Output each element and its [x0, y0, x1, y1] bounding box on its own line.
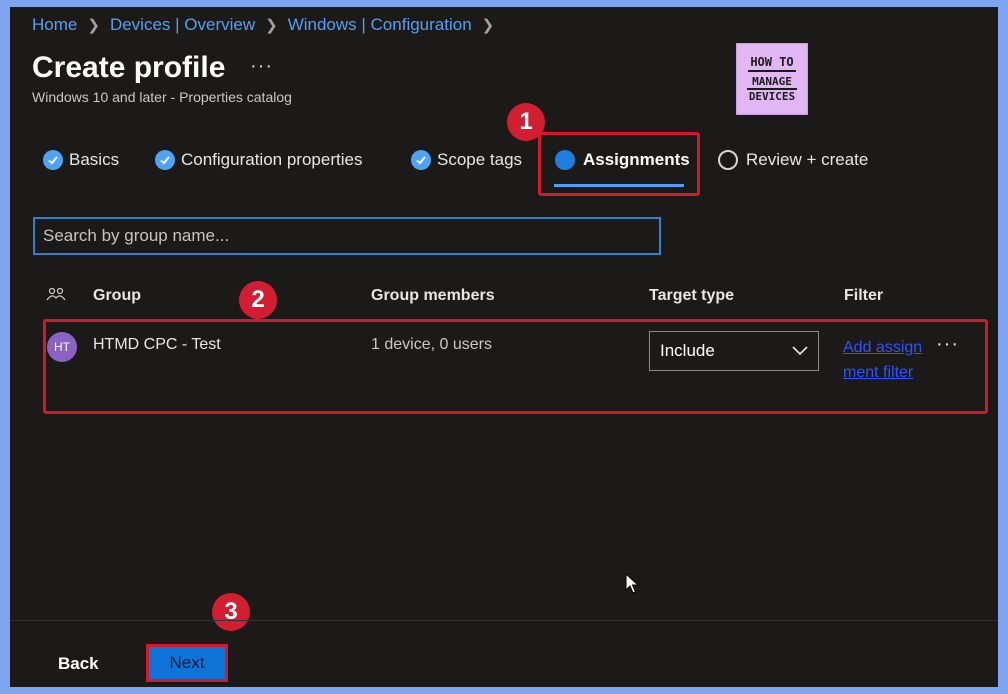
breadcrumb-devices-overview-link[interactable]: Devices | Overview	[110, 15, 255, 35]
people-icon	[46, 287, 66, 301]
tab-label: Configuration properties	[181, 150, 363, 169]
column-header-group[interactable]: Group	[93, 287, 141, 305]
chevron-right-icon: ❯	[481, 17, 495, 34]
tab-review-create[interactable]: Review + create	[718, 150, 868, 170]
group-row-highlight-box	[43, 319, 988, 414]
back-button[interactable]: Back	[42, 647, 112, 681]
annotation-badge-2: 2	[239, 281, 277, 319]
tab-label: Scope tags	[437, 150, 523, 169]
assignments-highlight-box	[538, 132, 700, 196]
checkmark-icon	[155, 150, 175, 170]
column-header-group-members[interactable]: Group members	[371, 287, 495, 305]
annotation-badge-3: 3	[212, 593, 250, 631]
breadcrumb: Home ❯ Devices | Overview ❯ Windows | Co…	[32, 15, 504, 35]
more-options-button[interactable]: ···	[250, 55, 273, 78]
tab-label: Review + create	[746, 150, 869, 169]
chevron-right-icon: ❯	[87, 17, 100, 34]
checkmark-icon	[411, 150, 431, 170]
wizard-tabs: Basics Configuration properties Scope ta…	[10, 142, 998, 182]
cursor-icon	[625, 573, 639, 594]
breadcrumb-windows-configuration-link[interactable]: Windows | Configuration	[288, 15, 472, 35]
chevron-right-icon: ❯	[265, 17, 278, 34]
checkmark-icon	[43, 150, 63, 170]
logo-line-2: MANAGE	[752, 75, 792, 88]
tab-configuration-properties[interactable]: Configuration properties	[155, 150, 362, 170]
breadcrumb-home-link[interactable]: Home	[32, 15, 77, 35]
column-header-filter[interactable]: Filter	[844, 287, 883, 305]
logo-line-1: HOW TO	[748, 55, 796, 72]
page-subtitle: Windows 10 and later - Properties catalo…	[32, 89, 292, 105]
pending-step-icon	[718, 150, 738, 170]
tab-scope-tags[interactable]: Scope tags	[411, 150, 522, 170]
next-button[interactable]: Next	[146, 644, 228, 682]
how-to-manage-devices-logo: HOW TO MANAGE DEVICES	[736, 43, 808, 115]
page-title: Create profile	[32, 51, 226, 84]
search-input[interactable]	[33, 217, 661, 255]
footer-divider	[10, 620, 998, 621]
column-header-target-type[interactable]: Target type	[649, 287, 734, 305]
logo-line-3: DEVICES	[746, 88, 798, 103]
annotation-badge-1: 1	[507, 103, 545, 141]
tab-basics[interactable]: Basics	[43, 150, 119, 170]
app-window: Home ❯ Devices | Overview ❯ Windows | Co…	[10, 7, 998, 687]
tab-label: Basics	[69, 150, 120, 169]
